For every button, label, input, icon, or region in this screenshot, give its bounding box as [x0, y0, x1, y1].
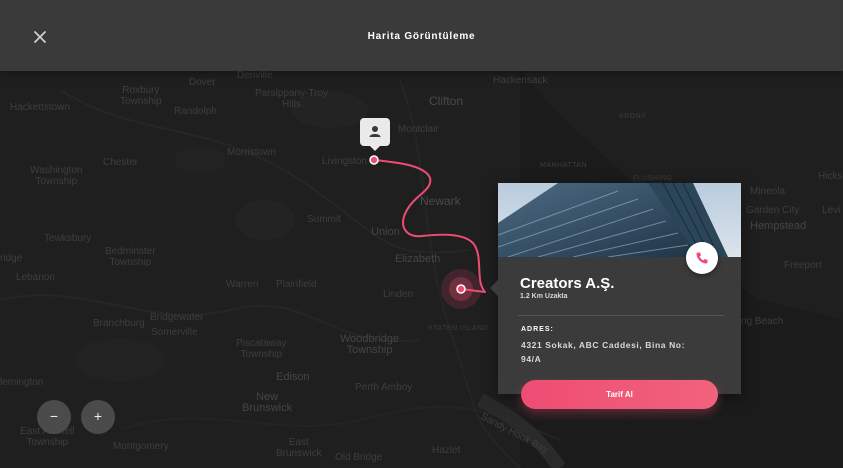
header-bar: Harita Görüntüleme — [0, 0, 843, 71]
call-button[interactable] — [686, 242, 718, 274]
user-location-pin[interactable] — [360, 118, 390, 151]
get-directions-button[interactable]: Tarif Al — [521, 380, 718, 409]
place-info-card: Creators A.Ş. 1.2 Km Uzakta ADRES: 4321 … — [490, 183, 741, 394]
place-distance: 1.2 Km Uzakta — [520, 293, 568, 300]
address-text: 4321 Sokak, ABC Caddesi, Bina No: 94/A — [521, 340, 686, 364]
phone-icon — [696, 252, 708, 264]
place-name: Creators A.Ş. — [520, 275, 615, 292]
zoom-in-button[interactable]: + — [81, 400, 115, 434]
address-label: ADRES: — [521, 326, 554, 333]
destination-marker — [456, 284, 466, 294]
user-icon — [369, 126, 381, 137]
page-title: Harita Görüntüleme — [367, 31, 476, 42]
card-divider — [518, 315, 724, 316]
origin-marker — [369, 155, 379, 165]
zoom-out-button[interactable]: − — [37, 400, 71, 434]
